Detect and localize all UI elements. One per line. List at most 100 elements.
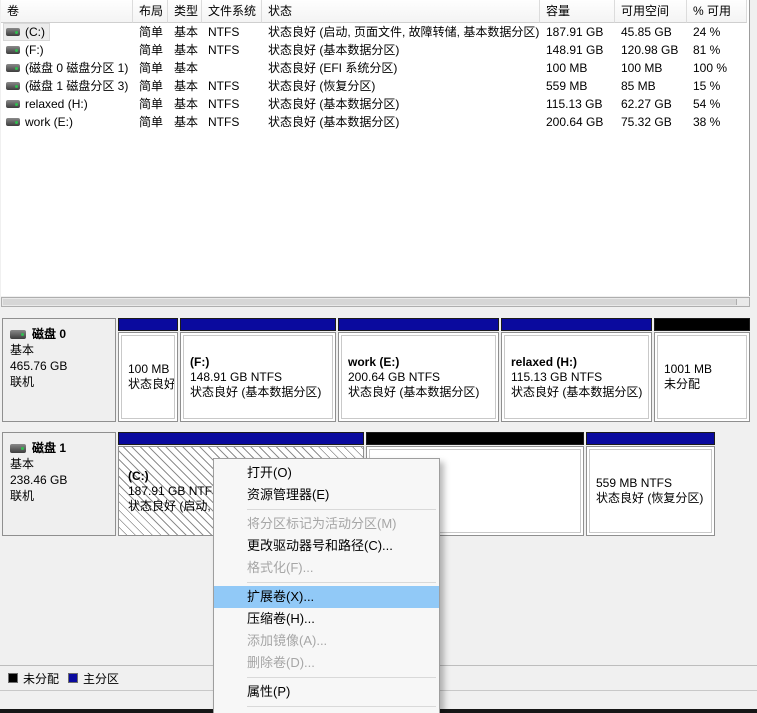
volume-name: (磁盘 1 磁盘分区 3) — [25, 79, 129, 93]
column-header-status[interactable]: 状态 — [262, 0, 540, 23]
column-header-layout[interactable]: 布局 — [133, 0, 168, 23]
column-header-free-space[interactable]: 可用空间 — [615, 0, 687, 23]
partition-size: 200.64 GB NTFS — [348, 369, 441, 384]
table-row-volume-c[interactable]: (C:) 简单 基本 NTFS 状态良好 (启动, 页面文件, 故障转储, 基本… — [1, 23, 749, 41]
volume-capacity: 200.64 GB — [546, 115, 604, 129]
unallocated-swatch-icon — [8, 673, 18, 683]
unallocated-tile-disk0[interactable]: 1001 MB 未分配 — [654, 318, 750, 422]
menu-separator — [247, 677, 436, 678]
column-header-volume[interactable]: 卷 — [1, 0, 133, 23]
volume-layout: 简单 — [139, 61, 164, 75]
volume-pct-free: 24 % — [693, 25, 721, 39]
volume-name: (C:) — [25, 25, 45, 39]
partition-size: 115.13 GB NTFS — [511, 369, 603, 384]
partition-tile-efi[interactable]: 100 MB 状态良好 — [118, 318, 178, 422]
volume-free: 120.98 GB — [621, 43, 679, 57]
disk-size: 238.46 GB — [10, 473, 68, 487]
disk-status: 联机 — [10, 375, 35, 389]
volume-status: 状态良好 (启动, 页面文件, 故障转储, 基本数据分区) — [268, 25, 540, 39]
horizontal-scrollbar[interactable] — [1, 297, 750, 307]
table-row-volume-disk0-part1[interactable]: (磁盘 0 磁盘分区 1) 简单 基本 状态良好 (EFI 系统分区) 100 … — [1, 59, 749, 77]
menu-item-open[interactable]: 打开(O) — [214, 462, 439, 484]
partition-status: 状态良好 (基本数据分区) — [348, 384, 480, 399]
volume-fs: NTFS — [208, 43, 240, 57]
volume-pct-free: 100 % — [693, 61, 728, 75]
partition-color-band — [180, 318, 336, 331]
volume-capacity: 187.91 GB — [546, 25, 604, 39]
volume-status: 状态良好 (恢复分区) — [268, 79, 376, 93]
volume-type: 基本 — [174, 43, 199, 57]
disk1-info-panel[interactable]: 磁盘 1 基本 238.46 GB 联机 — [2, 432, 116, 536]
volume-icon — [6, 46, 20, 54]
volume-layout: 简单 — [139, 115, 164, 129]
volume-fs: NTFS — [208, 25, 240, 39]
legend-primary-label: 主分区 — [83, 671, 120, 686]
partition-tile-f[interactable]: (F:) 148.91 GB NTFS 状态良好 (基本数据分区) — [180, 318, 336, 422]
partition-status: 未分配 — [664, 377, 701, 391]
partition-tile-work-e[interactable]: work (E:) 200.64 GB NTFS 状态良好 (基本数据分区) — [338, 318, 499, 422]
volume-status: 状态良好 (基本数据分区) — [268, 97, 400, 111]
volume-pct-free: 15 % — [693, 79, 721, 93]
volume-name: (F:) — [25, 43, 44, 57]
volume-type: 基本 — [174, 115, 199, 129]
volume-free: 100 MB — [621, 61, 663, 75]
partition-status: 状态良好 — [128, 377, 175, 391]
volume-fs — [202, 59, 262, 77]
disk-icon — [10, 329, 26, 339]
volume-layout: 简单 — [139, 97, 164, 111]
volume-type: 基本 — [174, 79, 199, 93]
partition-title: work (E:) — [348, 354, 400, 369]
volume-list-pane: 卷 布局 类型 文件系统 状态 容量 可用空间 % 可用 (C:) 简单 基本 … — [1, 0, 750, 296]
disk-kind: 基本 — [10, 343, 35, 357]
table-row-volume-relaxed-h[interactable]: relaxed (H:) 简单 基本 NTFS 状态良好 (基本数据分区) 11… — [1, 95, 749, 113]
partition-color-band — [586, 432, 715, 445]
menu-item-explorer[interactable]: 资源管理器(E) — [214, 484, 439, 506]
volume-type: 基本 — [174, 61, 199, 75]
volume-free: 85 MB — [621, 79, 656, 93]
disk-status: 联机 — [10, 489, 35, 503]
partition-tile-relaxed-h[interactable]: relaxed (H:) 115.13 GB NTFS 状态良好 (基本数据分区… — [501, 318, 652, 422]
menu-item-change-drive-letter[interactable]: 更改驱动器号和路径(C)... — [214, 535, 439, 557]
menu-item-extend-volume[interactable]: 扩展卷(X)... — [214, 586, 439, 608]
partition-color-band — [118, 318, 178, 331]
column-header-filesystem[interactable]: 文件系统 — [202, 0, 262, 23]
volume-free: 45.85 GB — [621, 25, 672, 39]
partition-title: (F:) — [190, 354, 210, 369]
volume-name: work (E:) — [25, 115, 73, 129]
volume-fs: NTFS — [208, 115, 240, 129]
menu-item-properties[interactable]: 属性(P) — [214, 681, 439, 703]
column-header-type[interactable]: 类型 — [168, 0, 202, 23]
unallocated-color-band — [366, 432, 584, 445]
legend-unallocated-label: 未分配 — [23, 671, 60, 686]
partition-context-menu: 打开(O) 资源管理器(E) 将分区标记为活动分区(M) 更改驱动器号和路径(C… — [213, 458, 440, 713]
disk0-info-panel[interactable]: 磁盘 0 基本 465.76 GB 联机 — [2, 318, 116, 422]
scrollbar-thumb[interactable] — [3, 299, 737, 305]
disk-row-0: 磁盘 0 基本 465.76 GB 联机 100 MB 状态良好 (F:) 14… — [0, 318, 757, 422]
volume-name: (磁盘 0 磁盘分区 1) — [25, 61, 129, 75]
volume-pct-free: 81 % — [693, 43, 721, 57]
partition-size: 559 MB NTFS — [596, 476, 673, 490]
partition-size: 148.91 GB NTFS — [190, 369, 283, 384]
menu-item-shrink-volume[interactable]: 压缩卷(H)... — [214, 608, 439, 630]
legend-unallocated: 未分配 — [8, 670, 59, 687]
volume-icon — [6, 64, 20, 72]
volume-pct-free: 54 % — [693, 97, 721, 111]
volume-name-selected: (C:) — [3, 23, 50, 41]
column-header-pct-free[interactable]: % 可用 — [687, 0, 747, 23]
partition-color-band — [118, 432, 364, 445]
disk-kind: 基本 — [10, 457, 35, 471]
volume-fs: NTFS — [208, 79, 240, 93]
column-header-capacity[interactable]: 容量 — [540, 0, 615, 23]
table-row-volume-f[interactable]: (F:) 简单 基本 NTFS 状态良好 (基本数据分区) 148.91 GB … — [1, 41, 749, 59]
partition-size: 100 MB — [128, 362, 170, 376]
volume-type: 基本 — [174, 25, 199, 39]
table-row-volume-work-e[interactable]: work (E:) 简单 基本 NTFS 状态良好 (基本数据分区) 200.6… — [1, 113, 749, 131]
menu-separator — [247, 706, 436, 707]
volume-icon — [6, 28, 20, 36]
volume-layout: 简单 — [139, 79, 164, 93]
partition-status: 状态良好 (恢复分区) — [596, 491, 704, 505]
table-row-volume-disk1-part3[interactable]: (磁盘 1 磁盘分区 3) 简单 基本 NTFS 状态良好 (恢复分区) 559… — [1, 77, 749, 95]
partition-tile-recovery[interactable]: 559 MB NTFS 状态良好 (恢复分区) — [586, 432, 715, 536]
disk-icon — [10, 443, 26, 453]
partition-status: 状态良好 (基本数据分区) — [190, 384, 322, 399]
